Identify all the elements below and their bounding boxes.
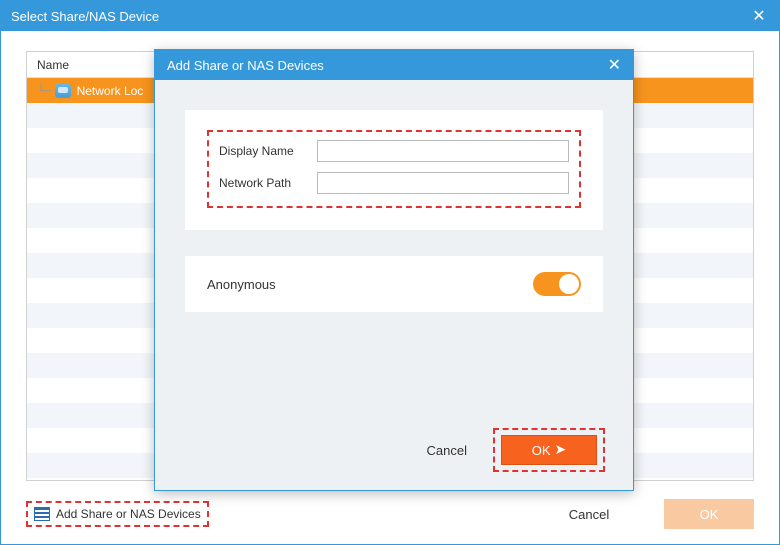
footer-buttons: Cancel OK — [544, 499, 754, 529]
select-share-nas-window: Select Share/NAS Device ✕ Name └─ Networ… — [0, 0, 780, 545]
toggle-knob — [559, 274, 579, 294]
main-cancel-button[interactable]: Cancel — [544, 499, 634, 529]
modal-footer: Cancel OK ➤ — [155, 414, 633, 490]
main-ok-button[interactable]: OK — [664, 499, 754, 529]
cursor-icon: ➤ — [555, 441, 567, 458]
network-path-input[interactable] — [317, 172, 569, 194]
row-label: Network Loc — [77, 84, 144, 98]
display-name-input[interactable] — [317, 140, 569, 162]
main-footer: Add Share or NAS Devices Cancel OK — [26, 496, 754, 532]
network-location-icon — [55, 84, 71, 98]
main-titlebar: Select Share/NAS Device ✕ — [1, 1, 779, 31]
add-share-nas-modal: Add Share or NAS Devices ✕ Display Name … — [154, 49, 634, 491]
display-name-label: Display Name — [219, 144, 309, 158]
anonymous-toggle[interactable] — [533, 272, 581, 296]
network-path-label: Network Path — [219, 176, 309, 190]
tree-connector-icon: └─ — [37, 85, 51, 97]
ok-label: OK — [532, 443, 551, 458]
modal-ok-button[interactable]: OK ➤ — [501, 435, 597, 465]
main-close-icon[interactable]: ✕ — [749, 6, 769, 26]
nas-device-icon — [34, 507, 50, 521]
fields-panel: Display Name Network Path — [185, 110, 603, 230]
add-share-nas-link[interactable]: Add Share or NAS Devices — [26, 501, 209, 527]
anonymous-panel: Anonymous — [185, 256, 603, 312]
modal-body: Display Name Network Path Anonymous — [155, 80, 633, 414]
ok-highlight: OK ➤ — [493, 428, 605, 472]
modal-close-icon[interactable]: ✕ — [608, 55, 621, 75]
anonymous-label: Anonymous — [207, 277, 276, 292]
add-link-label: Add Share or NAS Devices — [56, 507, 201, 521]
main-title: Select Share/NAS Device — [11, 9, 159, 24]
modal-titlebar: Add Share or NAS Devices ✕ — [155, 50, 633, 80]
display-name-row: Display Name — [219, 140, 569, 162]
fields-highlight: Display Name Network Path — [207, 130, 581, 208]
modal-cancel-button[interactable]: Cancel — [427, 443, 467, 458]
network-path-row: Network Path — [219, 172, 569, 194]
modal-title: Add Share or NAS Devices — [167, 58, 324, 73]
